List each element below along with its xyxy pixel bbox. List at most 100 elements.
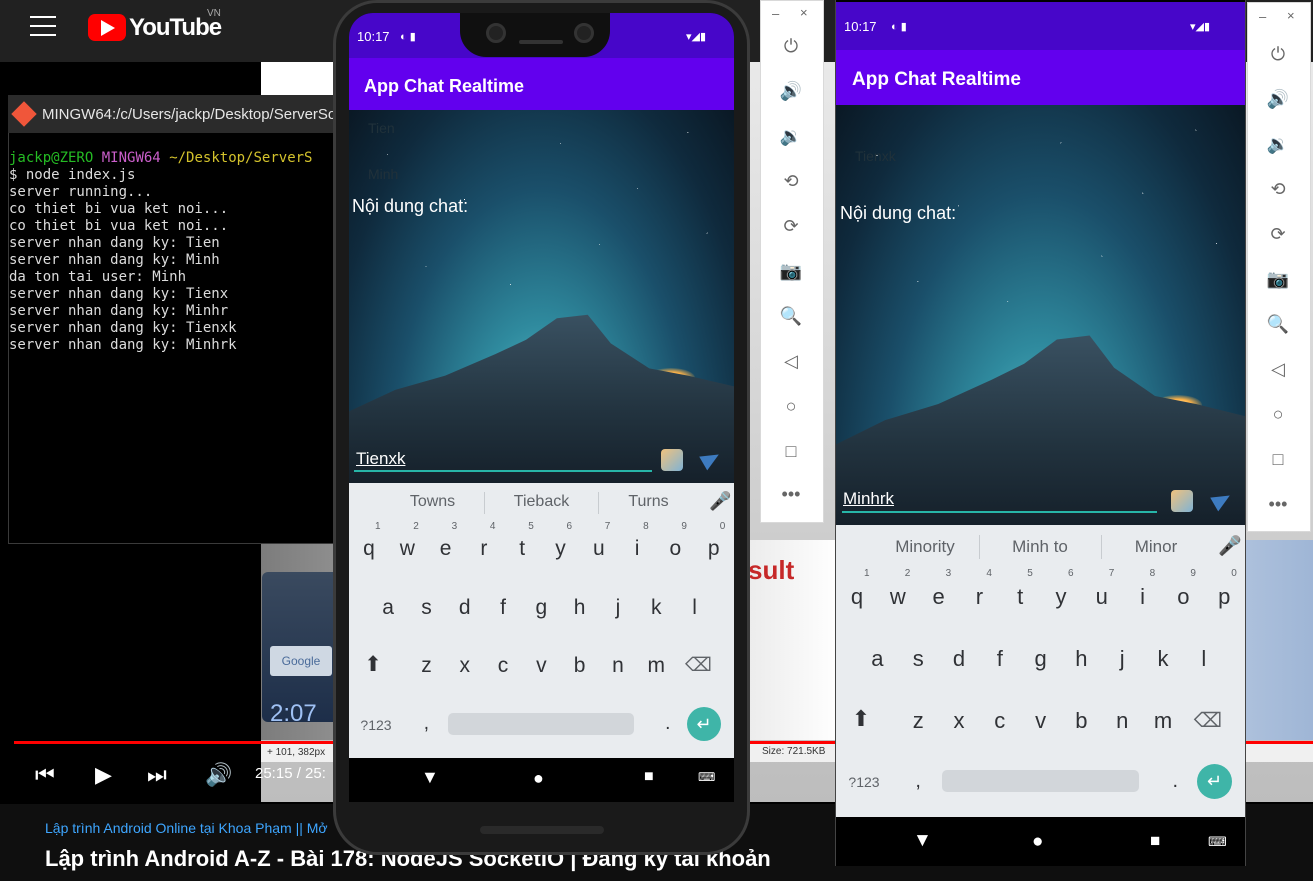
next-icon[interactable]: ⏭ <box>147 762 167 788</box>
overview-icon[interactable]: □ <box>1263 449 1293 470</box>
terminal-titlebar[interactable]: MINGW64:/c/Users/jackp/Desktop/ServerSo <box>8 95 338 133</box>
key-x[interactable]: x <box>944 708 974 734</box>
key-g[interactable]: g <box>527 596 555 620</box>
home-icon[interactable]: ○ <box>1263 404 1293 425</box>
key-t[interactable]: t <box>1005 584 1035 610</box>
menu-icon[interactable] <box>30 16 56 38</box>
volume-icon[interactable]: 🔊 <box>205 762 232 788</box>
zoom-icon[interactable]: 🔍 <box>1263 314 1293 335</box>
home-nav-icon[interactable]: ● <box>1032 831 1043 853</box>
key-r[interactable]: r <box>470 537 498 561</box>
suggestion[interactable]: Turns <box>601 493 696 511</box>
key-o[interactable]: o <box>1168 584 1198 610</box>
power-icon[interactable]: ⏻ <box>1263 44 1293 65</box>
key-e[interactable]: e <box>924 584 954 610</box>
suggestion[interactable]: Towns <box>385 493 480 511</box>
terminal-output[interactable]: jackp@ZERO MINGW64 ~/Desktop/ServerS $ n… <box>8 150 338 540</box>
key-u[interactable]: u <box>1087 584 1117 610</box>
channel-link[interactable]: Lập trình Android Online tại Khoa Phạm |… <box>45 820 328 836</box>
suggestion[interactable]: Minor <box>1101 537 1211 557</box>
period-key[interactable]: . <box>654 713 682 735</box>
key-n[interactable]: n <box>1107 708 1137 734</box>
user-list-item[interactable]: Tien <box>368 120 395 136</box>
key-m[interactable]: m <box>642 654 670 678</box>
minimize-button[interactable]: – <box>772 6 779 21</box>
key-j[interactable]: j <box>604 596 632 620</box>
comma-key[interactable]: , <box>412 713 440 735</box>
symbols-key[interactable]: ?123 <box>355 717 397 733</box>
suggestion[interactable]: Minh to <box>985 537 1095 557</box>
space-bar[interactable] <box>448 713 634 735</box>
volume-up-icon[interactable]: 🔊 <box>1263 89 1293 110</box>
microphone-icon[interactable]: 🎤 <box>709 491 731 512</box>
key-v[interactable]: v <box>527 654 555 678</box>
back-icon[interactable]: ◁ <box>1263 359 1293 380</box>
key-w[interactable]: w <box>393 537 421 561</box>
back-nav-icon[interactable]: ▼ <box>913 830 932 852</box>
key-b[interactable]: b <box>566 654 594 678</box>
space-bar[interactable] <box>942 770 1139 792</box>
key-c[interactable]: c <box>489 654 517 678</box>
backspace-icon[interactable]: ⌫ <box>1193 708 1223 733</box>
key-r[interactable]: r <box>964 584 994 610</box>
shift-icon[interactable]: ⬆ <box>846 706 876 732</box>
microphone-icon[interactable]: 🎤 <box>1218 534 1242 558</box>
home-nav-icon[interactable]: ● <box>533 768 544 789</box>
backspace-icon[interactable]: ⌫ <box>684 654 712 677</box>
key-h[interactable]: h <box>1066 646 1096 672</box>
suggestion[interactable]: Minority <box>870 537 980 557</box>
close-button[interactable]: × <box>1287 8 1295 23</box>
keyboard-switch-icon[interactable]: ⌨ <box>698 770 715 784</box>
rotate-right-icon[interactable]: ⟳ <box>776 216 806 237</box>
key-z[interactable]: z <box>903 708 933 734</box>
previous-icon[interactable]: ⏮ <box>35 762 55 788</box>
key-p[interactable]: p <box>700 537 728 561</box>
key-n[interactable]: n <box>604 654 632 678</box>
recents-nav-icon[interactable]: ■ <box>644 768 654 786</box>
volume-down-icon[interactable]: 🔉 <box>776 126 806 147</box>
rotate-left-icon[interactable]: ⟲ <box>1263 179 1293 200</box>
camera-icon[interactable]: 📷 <box>776 261 806 282</box>
user-list-item[interactable]: Minh <box>368 166 398 182</box>
close-button[interactable]: × <box>800 5 808 20</box>
key-j[interactable]: j <box>1107 646 1137 672</box>
key-b[interactable]: b <box>1066 708 1096 734</box>
key-w[interactable]: w <box>883 584 913 610</box>
key-i[interactable]: i <box>623 537 651 561</box>
volume-up-icon[interactable]: 🔊 <box>776 81 806 102</box>
key-e[interactable]: e <box>432 537 460 561</box>
phone1-username-input[interactable]: Tienxk <box>356 449 405 469</box>
key-d[interactable]: d <box>944 646 974 672</box>
key-c[interactable]: c <box>985 708 1015 734</box>
user-list-item[interactable]: Tienxk <box>855 148 896 164</box>
key-f[interactable]: f <box>489 596 517 620</box>
key-a[interactable]: a <box>862 646 892 672</box>
key-q[interactable]: q <box>355 537 383 561</box>
key-z[interactable]: z <box>412 654 440 678</box>
keyboard-switch-icon[interactable]: ⌨ <box>1208 834 1227 850</box>
key-x[interactable]: x <box>451 654 479 678</box>
power-icon[interactable]: ⏻ <box>776 36 806 57</box>
key-a[interactable]: a <box>374 596 402 620</box>
key-d[interactable]: d <box>451 596 479 620</box>
phone2-username-input[interactable]: Minhrk <box>843 489 894 509</box>
key-s[interactable]: s <box>412 596 440 620</box>
symbols-key[interactable]: ?123 <box>842 774 886 790</box>
rotate-left-icon[interactable]: ⟲ <box>776 171 806 192</box>
key-g[interactable]: g <box>1026 646 1056 672</box>
recents-nav-icon[interactable]: ■ <box>1150 831 1160 851</box>
volume-down-icon[interactable]: 🔉 <box>1263 134 1293 155</box>
play-icon[interactable]: ▶ <box>95 762 112 788</box>
zoom-icon[interactable]: 🔍 <box>776 306 806 327</box>
key-k[interactable]: k <box>1148 646 1178 672</box>
enter-icon[interactable]: ↵ <box>687 707 721 741</box>
key-h[interactable]: h <box>566 596 594 620</box>
key-t[interactable]: t <box>508 537 536 561</box>
key-y[interactable]: y <box>547 537 575 561</box>
key-y[interactable]: y <box>1046 584 1076 610</box>
key-v[interactable]: v <box>1026 708 1056 734</box>
more-icon[interactable]: ••• <box>1263 494 1293 515</box>
key-u[interactable]: u <box>585 537 613 561</box>
key-o[interactable]: o <box>661 537 689 561</box>
key-l[interactable]: l <box>1189 646 1219 672</box>
